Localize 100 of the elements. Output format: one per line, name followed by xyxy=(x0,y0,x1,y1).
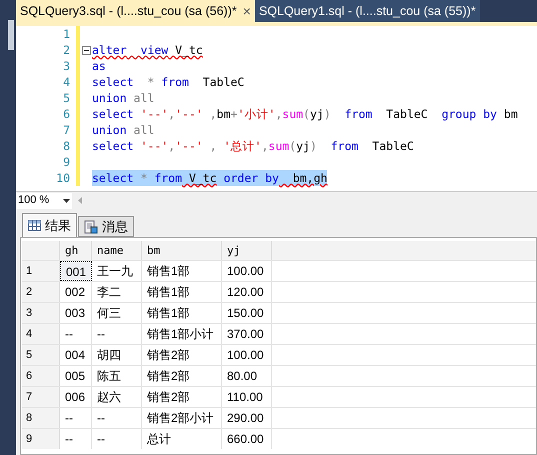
code-token: yj xyxy=(296,138,310,154)
code-token: , xyxy=(208,138,218,154)
table-cell: 销售1部小计 xyxy=(142,324,222,344)
table-cell: 销售2部 xyxy=(142,387,222,407)
table-cell: 006 xyxy=(60,387,92,407)
code-token: alter xyxy=(92,42,127,58)
table-cell: 销售2部小计 xyxy=(142,408,222,428)
code-token: , xyxy=(168,106,176,122)
column-header[interactable]: name xyxy=(92,241,142,260)
code-token: select xyxy=(92,106,135,122)
code-token: from xyxy=(154,170,182,186)
code-token: ( xyxy=(289,138,296,154)
row-header[interactable]: 4 xyxy=(22,324,60,344)
code-token: V_tc xyxy=(188,170,217,186)
table-cell: -- xyxy=(60,429,92,449)
document-tab[interactable]: SQLQuery1.sql - (l....stu_cou (sa (55))* xyxy=(254,0,480,22)
code-token: V_tc xyxy=(174,42,203,58)
row-header[interactable]: 7 xyxy=(22,387,60,407)
table-cell: 王一九 xyxy=(92,261,142,281)
table-cell: 002 xyxy=(60,282,92,302)
table-cell: -- xyxy=(60,408,92,428)
table-cell: 李二 xyxy=(92,282,142,302)
code-token: all xyxy=(132,122,154,138)
table-cell: -- xyxy=(60,324,92,344)
code-token: ) xyxy=(324,106,332,122)
document-icon xyxy=(84,220,98,234)
row-header[interactable]: 6 xyxy=(22,366,60,386)
table-cell: 001 xyxy=(60,261,92,281)
code-token: bm xyxy=(216,106,231,122)
code-token: , xyxy=(168,138,176,154)
table-cell: -- xyxy=(92,429,142,449)
table-cell: -- xyxy=(92,408,142,428)
code-token: yj xyxy=(310,106,324,122)
result-tab[interactable]: 消息 xyxy=(78,216,134,237)
table-cell: 660.00 xyxy=(222,429,272,449)
code-token: from xyxy=(344,106,372,122)
code-token: bm,gh xyxy=(292,170,328,186)
code-token: , xyxy=(208,106,217,122)
code-token: view xyxy=(139,42,168,58)
row-header[interactable]: 3 xyxy=(22,303,60,323)
document-tab[interactable]: SQLQuery3.sql - (l....stu_cou (sa (56))* × xyxy=(16,0,255,22)
code-token: select xyxy=(92,138,135,154)
table-cell: 005 xyxy=(60,366,92,386)
code-token: '--' xyxy=(175,138,203,154)
row-header[interactable]: 5 xyxy=(22,345,60,365)
table-cell: 100.00 xyxy=(222,345,272,365)
table-cell: 何三 xyxy=(92,303,142,323)
table-cell: 赵六 xyxy=(92,387,142,407)
code-token: TableC xyxy=(371,138,414,154)
table-cell: 100.00 xyxy=(222,261,272,281)
code-token: '--' xyxy=(175,106,203,122)
zoom-dropdown[interactable]: 100 % xyxy=(16,192,72,208)
table-cell: 120.00 xyxy=(222,282,272,302)
result-tab[interactable]: 结果 xyxy=(22,213,77,237)
table-cell: 销售2部 xyxy=(142,345,222,365)
table-cell: 004 xyxy=(60,345,92,365)
code-token: ) xyxy=(310,138,318,154)
code-token: all xyxy=(132,90,154,106)
table-cell: 110.00 xyxy=(222,387,272,407)
table-cell: 陈五 xyxy=(92,366,142,386)
code-token: from xyxy=(161,74,189,90)
row-header[interactable]: 2 xyxy=(22,282,60,302)
code-token: * xyxy=(146,74,156,90)
code-token: select xyxy=(92,74,134,90)
code-token: + xyxy=(230,106,238,122)
table-cell: 370.00 xyxy=(222,324,272,344)
code-token: sum xyxy=(282,106,304,122)
code-token: TableC xyxy=(385,106,429,122)
code-token: , xyxy=(275,106,282,122)
row-header[interactable]: 9 xyxy=(22,429,60,449)
table-cell: 003 xyxy=(60,303,92,323)
table-cell: 胡四 xyxy=(92,345,142,365)
table-cell: 总计 xyxy=(142,429,222,449)
code-token: as xyxy=(92,58,106,74)
code-token: '--' xyxy=(140,106,168,122)
collapse-icon[interactable] xyxy=(82,46,90,54)
code-token: , xyxy=(261,138,268,154)
code-token: ( xyxy=(303,106,310,122)
table-cell: 80.00 xyxy=(222,366,272,386)
table-cell: 销售2部 xyxy=(142,366,222,386)
dropdown-arrow-icon xyxy=(63,198,70,202)
row-header[interactable]: 1 xyxy=(22,261,60,281)
close-icon[interactable]: × xyxy=(242,0,251,22)
code-token: * xyxy=(139,170,148,186)
table-cell: 销售1部 xyxy=(142,282,222,302)
column-header[interactable]: gh xyxy=(60,241,92,260)
column-header[interactable]: bm xyxy=(142,241,222,260)
table-cell: 销售1部 xyxy=(142,261,222,281)
table-cell: 150.00 xyxy=(222,303,272,323)
code-token: order by xyxy=(222,170,279,186)
code-token: '--' xyxy=(140,138,168,154)
code-token: from xyxy=(330,138,358,154)
row-header[interactable]: 8 xyxy=(22,408,60,428)
code-token: union xyxy=(92,90,127,106)
column-header[interactable]: yj xyxy=(222,241,272,260)
code-token: '总计' xyxy=(224,138,262,154)
code-token: bm xyxy=(502,106,518,122)
table-cell: 销售1部 xyxy=(142,303,222,323)
grid-icon xyxy=(28,220,41,231)
code-token: union xyxy=(92,122,127,138)
